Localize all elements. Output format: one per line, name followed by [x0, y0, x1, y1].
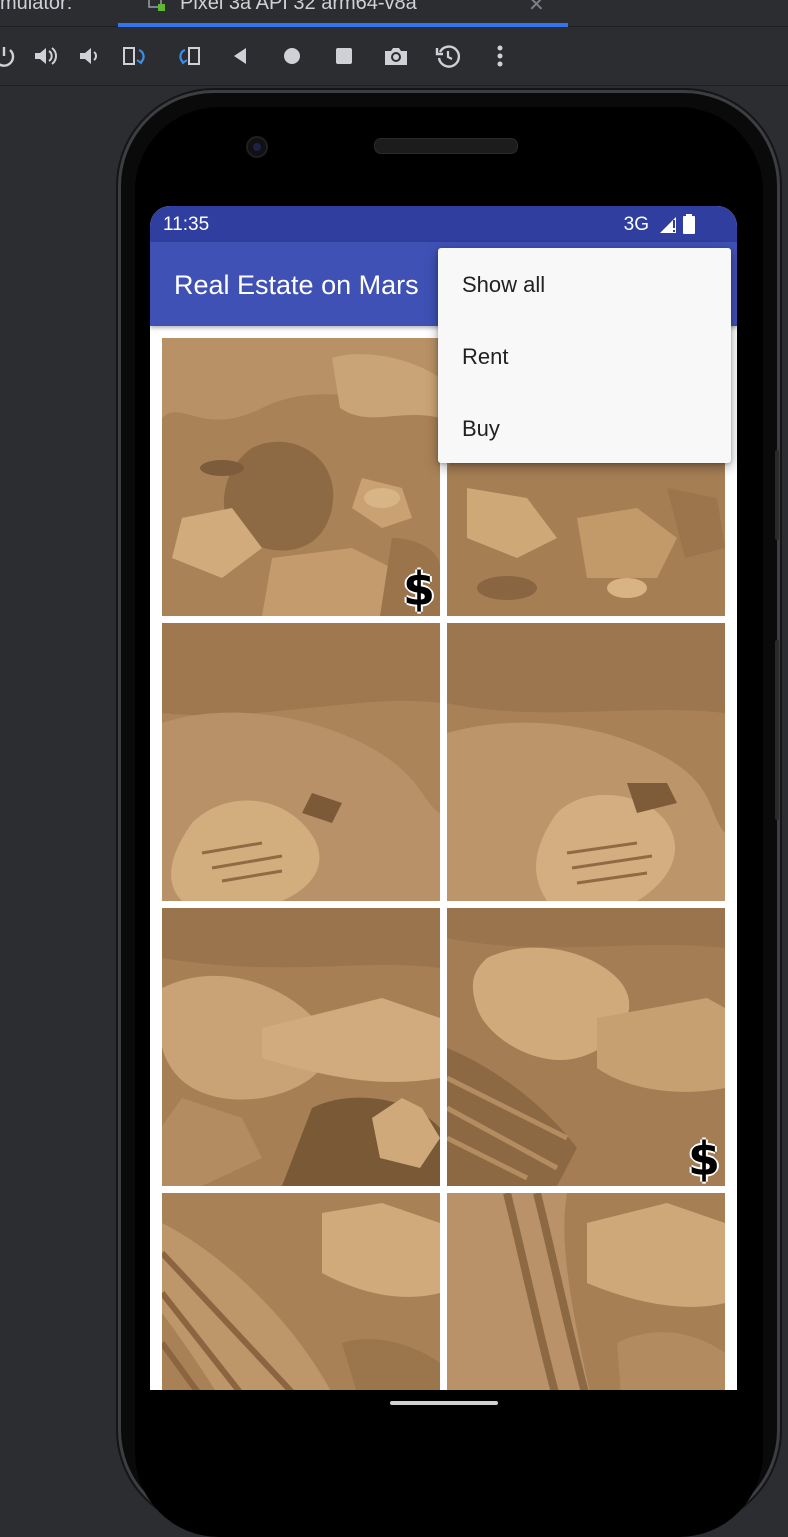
- device-tab-label: Pixel 3a API 32 arm64-v8a: [180, 0, 417, 14]
- property-tile[interactable]: [162, 908, 440, 1186]
- menu-item-label: Show all: [462, 272, 546, 297]
- power-icon[interactable]: [0, 42, 18, 70]
- front-camera: [246, 136, 268, 158]
- filter-popup-menu: Show all Rent Buy: [438, 248, 731, 463]
- property-tile[interactable]: [447, 1193, 725, 1390]
- mars-photo: [162, 338, 440, 616]
- mars-photo: [447, 1193, 725, 1390]
- menu-item-buy[interactable]: Buy: [438, 392, 731, 464]
- menu-item-label: Rent: [462, 344, 509, 369]
- power-side-button: [775, 450, 779, 540]
- volume-down-icon[interactable]: [76, 42, 104, 70]
- menu-item-label: Buy: [462, 416, 500, 441]
- mars-photo: [447, 908, 725, 1186]
- emulator-toolbar: [0, 27, 788, 86]
- ide-tab-bar: mulator: Pixel 3a API 32 arm64-v8a ✕: [0, 0, 788, 27]
- property-tile[interactable]: $: [162, 338, 440, 616]
- property-tile[interactable]: [447, 623, 725, 901]
- mars-photo: [162, 908, 440, 1186]
- rotate-right-icon[interactable]: [174, 42, 202, 70]
- property-tile[interactable]: [162, 1193, 440, 1390]
- mars-photo: [162, 623, 440, 901]
- home-icon[interactable]: [278, 42, 306, 70]
- volume-up-icon[interactable]: [31, 42, 59, 70]
- camera-icon[interactable]: [382, 42, 410, 70]
- menu-item-rent[interactable]: Rent: [438, 320, 731, 392]
- buy-badge: $: [687, 1132, 720, 1186]
- network-type: 3G: [623, 214, 649, 235]
- snapshot-icon[interactable]: [434, 42, 462, 70]
- close-icon[interactable]: ✕: [528, 0, 545, 17]
- property-tile[interactable]: $: [447, 908, 725, 1186]
- buy-badge: $: [402, 562, 435, 616]
- overview-icon[interactable]: [330, 42, 358, 70]
- menu-item-show-all[interactable]: Show all: [438, 248, 731, 320]
- status-bar: 11:35 3G: [150, 206, 737, 242]
- rotate-left-icon[interactable]: [122, 42, 150, 70]
- device-icon: [148, 0, 165, 11]
- status-time: 11:35: [163, 214, 210, 235]
- mars-photo: [162, 1193, 440, 1390]
- battery-icon: [683, 214, 695, 234]
- back-icon[interactable]: [226, 42, 254, 70]
- property-tile[interactable]: [162, 623, 440, 901]
- device-tab[interactable]: Pixel 3a API 32 arm64-v8a ✕: [118, 0, 568, 27]
- gesture-nav-handle[interactable]: [390, 1401, 498, 1405]
- signal-icon: [660, 217, 676, 233]
- more-icon[interactable]: [486, 42, 514, 70]
- earpiece-speaker: [374, 138, 518, 154]
- app-title: Real Estate on Mars: [174, 270, 419, 300]
- emulator-tab-label[interactable]: mulator:: [0, 0, 72, 15]
- volume-side-button: [775, 640, 779, 820]
- mars-photo: [447, 623, 725, 901]
